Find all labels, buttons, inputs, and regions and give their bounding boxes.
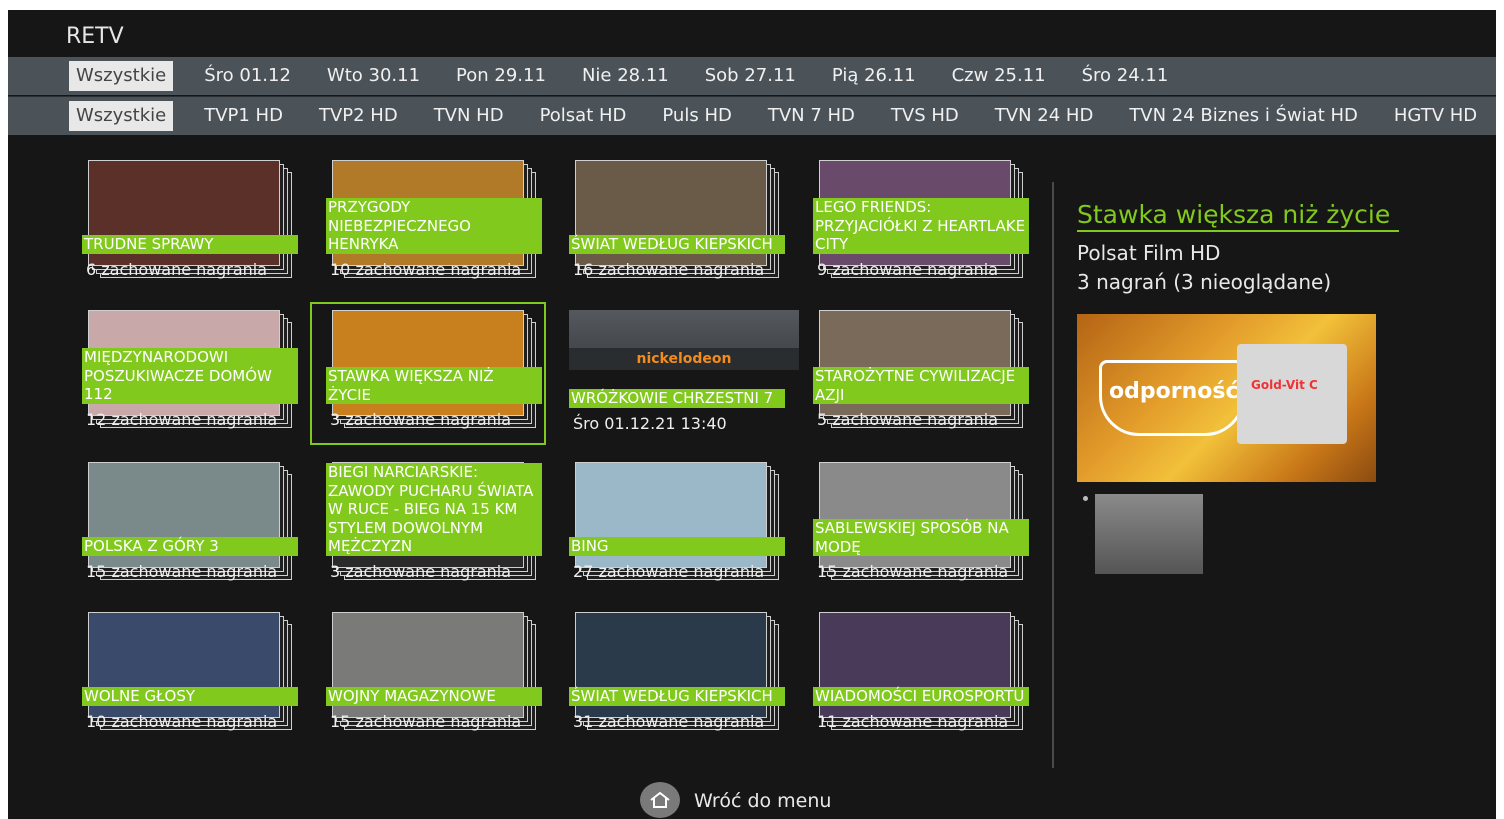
tile-subtitle: 12 zachowane nagrania [86, 410, 278, 429]
tile-title: WRÓŻKOWIE CHRZESTNI 7 [569, 389, 785, 408]
tile-title: TRUDNE SPRAWY [82, 235, 298, 254]
recording-tile[interactable]: POLSKA Z GÓRY 3 15 zachowane nagrania [82, 462, 322, 602]
tile-subtitle: 27 zachowane nagrania [573, 562, 765, 581]
detail-recordings-count: 3 nagrań (3 nieoglądane) [1077, 270, 1332, 294]
tile-title: MIĘDZYNARODOWI POSZUKIWACZE DOMÓW 112 [82, 348, 298, 404]
recording-tile[interactable]: BING 27 zachowane nagrania [569, 462, 809, 602]
channel-tab-7[interactable]: TVS HD [873, 101, 977, 131]
tile-title: WOJNY MAGAZYNOWE [326, 687, 542, 706]
preview-brand-text: odporność [1109, 379, 1239, 404]
channel-tab-3[interactable]: TVN HD [416, 101, 522, 131]
recording-tile[interactable]: BIEGI NARCIARSKIE: ZAWODY PUCHARU ŚWIATA… [326, 462, 566, 602]
tile-title: STAROŻYTNE CYWILIZACJE AZJI [813, 367, 1029, 404]
product-box-image: Gold-Vit C [1237, 344, 1347, 444]
still-marker-icon [1083, 496, 1088, 501]
channel-logo: nickelodeon [569, 348, 799, 370]
tile-subtitle: 10 zachowane nagrania [86, 712, 278, 731]
tile-title: WOLNE GŁOSY [82, 687, 298, 706]
detail-channel: Polsat Film HD [1077, 241, 1221, 265]
tile-subtitle: 6 zachowane nagrania [86, 260, 268, 279]
screen: RETV Wszystkie Śro 01.12 Wto 30.11 Pon 29.1… [8, 10, 1496, 819]
channel-tab-10[interactable]: HGTV HD [1376, 101, 1495, 131]
recording-tile[interactable]: WOJNY MAGAZYNOWE 15 zachowane nagrania [326, 612, 566, 752]
app-title: RETV [66, 24, 124, 49]
tile-subtitle: 15 zachowane nagrania [86, 562, 278, 581]
channel-tab-4[interactable]: Polsat HD [522, 101, 645, 131]
tile-title: PRZYGODY NIEBEZPIECZNEGO HENRYKA [326, 198, 542, 254]
detail-still-image [1095, 494, 1203, 574]
tile-thumbnail: nickelodeon [569, 310, 799, 370]
detail-title-underline [1077, 230, 1399, 232]
tile-title: ŚWIAT WEDŁUG KIEPSKICH [569, 687, 785, 706]
tile-subtitle: 15 zachowane nagrania [817, 562, 1009, 581]
tile-subtitle: 11 zachowane nagrania [817, 712, 1009, 731]
channel-filter-bar: Wszystkie TVP1 HD TVP2 HD TVN HD Polsat HD Pu… [8, 96, 1496, 135]
channel-tab-11[interactable]: Po [1495, 101, 1496, 131]
date-tab-2[interactable]: Wto 30.11 [309, 61, 438, 91]
tile-title: LEGO FRIENDS: PRZYJACIÓŁKI Z HEARTLAKE C… [813, 198, 1029, 254]
channel-tab-0[interactable]: Wszystkie [69, 101, 174, 131]
channel-tab-9[interactable]: TVN 24 Biznes i Świat HD [1111, 101, 1376, 131]
recording-tile[interactable]: SABLEWSKIEJ SPOSÓB NA MODĘ 15 zachowane n… [813, 462, 1053, 602]
tile-title: SABLEWSKIEJ SPOSÓB NA MODĘ [813, 519, 1029, 556]
selection-highlight [310, 302, 546, 445]
recording-tile[interactable]: ŚWIAT WEDŁUG KIEPSKICH 16 zachowane nagra… [569, 160, 809, 300]
tile-subtitle: 15 zachowane nagrania [330, 712, 522, 731]
recording-tile[interactable]: ŚWIAT WEDŁUG KIEPSKICH 31 zachowane nagra… [569, 612, 809, 752]
recording-tile[interactable]: TRUDNE SPRAWY 6 zachowane nagrania [82, 160, 322, 300]
date-tab-3[interactable]: Pon 29.11 [438, 61, 564, 91]
channel-tab-1[interactable]: TVP1 HD [186, 101, 301, 131]
tile-subtitle: 16 zachowane nagrania [573, 260, 765, 279]
recording-tile[interactable]: WOLNE GŁOSY 10 zachowane nagrania [82, 612, 322, 752]
tile-title: BING [569, 537, 785, 556]
channel-tab-2[interactable]: TVP2 HD [301, 101, 416, 131]
tile-subtitle: 31 zachowane nagrania [573, 712, 765, 731]
detail-preview-image: odporność Gold-Vit C [1077, 314, 1376, 482]
date-tab-0[interactable]: Wszystkie [69, 61, 174, 91]
home-icon[interactable] [640, 782, 680, 818]
date-tab-5[interactable]: Sob 27.11 [687, 61, 814, 91]
recording-tile[interactable]: PRZYGODY NIEBEZPIECZNEGO HENRYKA 10 zacho… [326, 160, 566, 300]
tile-title: WIADOMOŚCI EUROSPORTU [813, 687, 1029, 706]
date-tab-7[interactable]: Czw 25.11 [934, 61, 1064, 91]
tile-subtitle: 9 zachowane nagrania [817, 260, 999, 279]
recording-tile[interactable]: STAROŻYTNE CYWILIZACJE AZJI 5 zachowane n… [813, 310, 1053, 450]
product-box-label: Gold-Vit C [1251, 378, 1318, 392]
date-tab-1[interactable]: Śro 01.12 [186, 61, 309, 91]
date-tab-6[interactable]: Pią 26.11 [814, 61, 934, 91]
detail-title: Stawka większa niż życie [1077, 200, 1391, 229]
recording-tile[interactable]: MIĘDZYNARODOWI POSZUKIWACZE DOMÓW 112 12 … [82, 310, 322, 450]
back-to-menu-label[interactable]: Wróć do menu [694, 790, 831, 812]
date-tab-4[interactable]: Nie 28.11 [564, 61, 687, 91]
tile-subtitle: 5 zachowane nagrania [817, 410, 999, 429]
tile-subtitle: 3 zachowane nagrania [330, 562, 512, 581]
tile-subtitle: 10 zachowane nagrania [330, 260, 522, 279]
channel-tab-8[interactable]: TVN 24 HD [977, 101, 1112, 131]
channel-tab-5[interactable]: Puls HD [644, 101, 749, 131]
recording-tile[interactable]: WIADOMOŚCI EUROSPORTU 11 zachowane nagran… [813, 612, 1053, 752]
tile-title: BIEGI NARCIARSKIE: ZAWODY PUCHARU ŚWIATA… [326, 463, 542, 556]
channel-tab-6[interactable]: TVN 7 HD [750, 101, 873, 131]
date-tab-8[interactable]: Śro 24.11 [1064, 61, 1187, 91]
tile-title: POLSKA Z GÓRY 3 [82, 537, 298, 556]
date-filter-bar: Wszystkie Śro 01.12 Wto 30.11 Pon 29.11 Nie … [8, 57, 1496, 95]
tile-subtitle: Śro 01.12.21 13:40 [573, 414, 727, 433]
recording-tile[interactable]: LEGO FRIENDS: PRZYJACIÓŁKI Z HEARTLAKE C… [813, 160, 1053, 300]
tile-title: ŚWIAT WEDŁUG KIEPSKICH [569, 235, 785, 254]
panel-divider [1052, 182, 1054, 768]
recording-tile[interactable]: nickelodeon WRÓŻKOWIE CHRZESTNI 7 Śro 01.1… [569, 310, 809, 450]
